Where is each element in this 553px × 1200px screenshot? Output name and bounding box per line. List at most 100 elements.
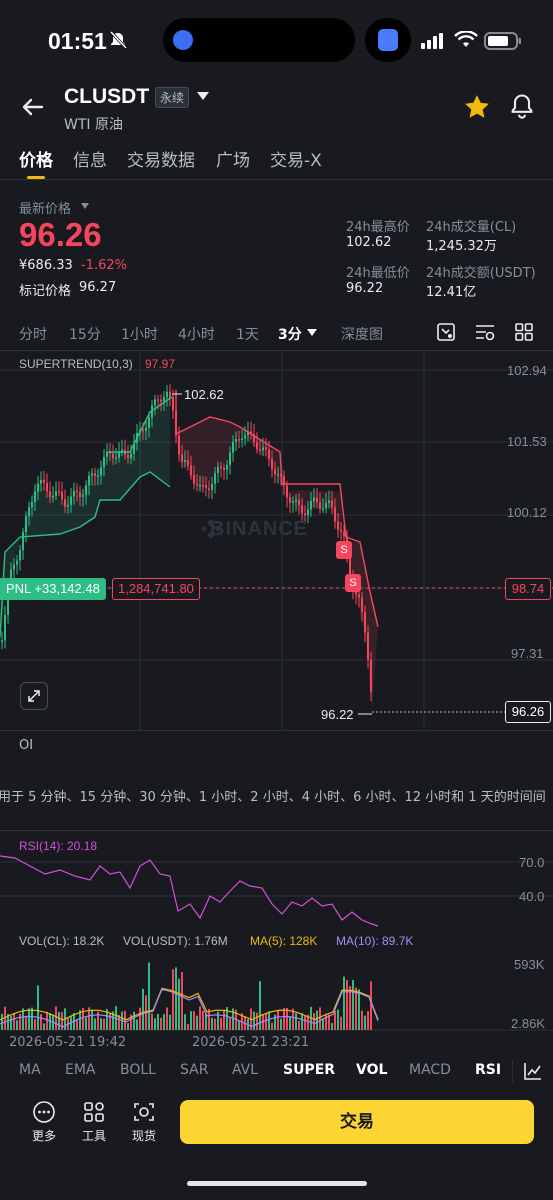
spot-button[interactable]: 现货: [126, 1100, 162, 1144]
volume-bar: [313, 1013, 315, 1030]
back-arrow-icon[interactable]: [18, 92, 48, 122]
tab-square[interactable]: 广场: [216, 146, 250, 171]
favorite-star-icon[interactable]: [462, 92, 492, 122]
candle-body: [265, 447, 267, 450]
time-label-1: 2026-05-21 19:42: [9, 1035, 127, 1050]
latest-price-label[interactable]: 最新价格: [19, 198, 71, 217]
tools-button[interactable]: 工具: [76, 1100, 112, 1144]
candle-body: [94, 473, 96, 476]
candle-body: [313, 497, 315, 502]
candle-body: [184, 460, 186, 462]
tab-trading-data[interactable]: 交易数据: [127, 146, 195, 171]
indicator-settings-icon[interactable]: [474, 322, 496, 342]
tools-icon: [84, 1102, 104, 1122]
volume-bar: [280, 1018, 282, 1030]
depth-chart-tab[interactable]: 深度图: [341, 324, 383, 344]
rsi-panel[interactable]: RSI(14): 20.18 70.0 40.0: [0, 836, 553, 932]
chart-settings-icon[interactable]: [436, 322, 456, 342]
indicator-avl[interactable]: AVL: [232, 1062, 258, 1078]
candle-body: [67, 504, 69, 507]
indicator-rsi[interactable]: RSI: [475, 1062, 501, 1078]
indicator-bar: MA EMA BOLL SAR AVL SUPER VOL MACD RSI: [0, 1058, 553, 1084]
volume-bar: [163, 1014, 165, 1030]
volume-bar: [223, 1010, 225, 1030]
candle-body: [106, 451, 108, 457]
volume-bar: [172, 969, 174, 1030]
indicator-ma[interactable]: MA: [19, 1062, 41, 1078]
candle-body: [337, 521, 339, 530]
candle-body: [235, 439, 237, 443]
trade-button[interactable]: 交易: [180, 1100, 534, 1144]
volume-bar: [211, 1017, 213, 1030]
interval-dropdown-icon[interactable]: [306, 328, 318, 338]
candle-body: [85, 485, 87, 495]
symbol-title[interactable]: CLUSDT: [64, 85, 149, 109]
volume-bar: [316, 1010, 318, 1030]
candle-body: [220, 466, 222, 469]
tab-info[interactable]: 信息: [73, 146, 107, 171]
more-button[interactable]: 更多: [26, 1100, 62, 1144]
candle-body: [40, 479, 42, 484]
position-value-badge[interactable]: 1,284,741.80: [112, 578, 200, 600]
candle-body: [79, 492, 81, 497]
volume-bar: [268, 1011, 270, 1030]
symbol-dropdown-icon[interactable]: [196, 90, 210, 102]
interval-3m[interactable]: 3分: [278, 324, 302, 344]
rsi-level-70: 70.0: [519, 855, 545, 870]
bottom-action-bar: 更多 工具 现货 交易: [0, 1090, 553, 1160]
candle-body: [55, 491, 57, 496]
indicator-super[interactable]: SUPER: [283, 1062, 335, 1078]
volume-bar: [124, 1010, 126, 1030]
candle-body: [13, 564, 15, 570]
candle-body: [229, 452, 231, 465]
indicator-macd[interactable]: MACD: [409, 1062, 451, 1078]
candle-body: [25, 516, 27, 533]
volume-bar: [364, 1015, 366, 1030]
indicator-chart-icon[interactable]: [523, 1061, 543, 1081]
candlestick-chart[interactable]: SUPERTREND(10,3) 97.97 102.94 101.53 100…: [0, 352, 553, 730]
interval-15m[interactable]: 15分: [69, 324, 101, 344]
alert-bell-icon[interactable]: [508, 92, 536, 120]
layout-grid-icon[interactable]: [514, 322, 534, 342]
volume-panel[interactable]: VOL(CL): 18.2K VOL(USDT): 1.76M MA(5): 1…: [0, 932, 553, 1034]
more-label: 更多: [31, 1129, 56, 1143]
interval-4h[interactable]: 4小时: [178, 324, 215, 344]
expand-icon: [28, 690, 40, 702]
rsi-line: [0, 855, 379, 927]
candle-body: [4, 614, 6, 641]
candle-body: [241, 438, 243, 440]
indicator-boll[interactable]: BOLL: [120, 1062, 156, 1078]
price-type-dropdown-icon[interactable]: [80, 202, 90, 210]
indicator-ema[interactable]: EMA: [65, 1062, 96, 1078]
indicator-vol[interactable]: VOL: [356, 1062, 387, 1078]
interval-line[interactable]: 分时: [19, 324, 47, 344]
divider: [0, 350, 553, 351]
price-summary: 最新价格 96.26 ¥686.33 -1.62% 标记价格 96.27 24h…: [0, 188, 553, 308]
candle-body: [64, 499, 66, 507]
watermark: BINANCE: [210, 518, 309, 540]
candle-body: [244, 435, 246, 439]
volume-bar: [181, 972, 183, 1030]
volume-bar: [220, 1017, 222, 1030]
candle-body: [112, 453, 114, 459]
candle-body: [223, 467, 225, 470]
indicator-sar[interactable]: SAR: [180, 1062, 208, 1078]
fullscreen-button[interactable]: [20, 682, 48, 710]
top-header: CLUSDT 永续 WTI 原油: [0, 82, 553, 138]
candle-body: [49, 491, 51, 498]
high-price-label: 102.62: [184, 387, 224, 402]
pnl-badge[interactable]: PNL +33,142.48: [0, 578, 106, 600]
turnover-24h-label: 24h成交额(USDT): [426, 266, 536, 281]
binance-logo-icon: [201, 519, 221, 539]
more-icon: [33, 1101, 55, 1123]
candle-body: [115, 457, 117, 460]
mute-icon: [109, 30, 128, 50]
tab-price[interactable]: 价格: [19, 146, 53, 171]
volume-bar: [238, 1020, 240, 1030]
low-price-label: 96.22: [321, 707, 354, 722]
interval-1d[interactable]: 1天: [236, 324, 259, 344]
tab-trade-x[interactable]: 交易-X: [270, 146, 322, 171]
interval-1h[interactable]: 1小时: [121, 324, 158, 344]
candle-body: [328, 500, 330, 503]
volume-bar: [37, 985, 39, 1030]
